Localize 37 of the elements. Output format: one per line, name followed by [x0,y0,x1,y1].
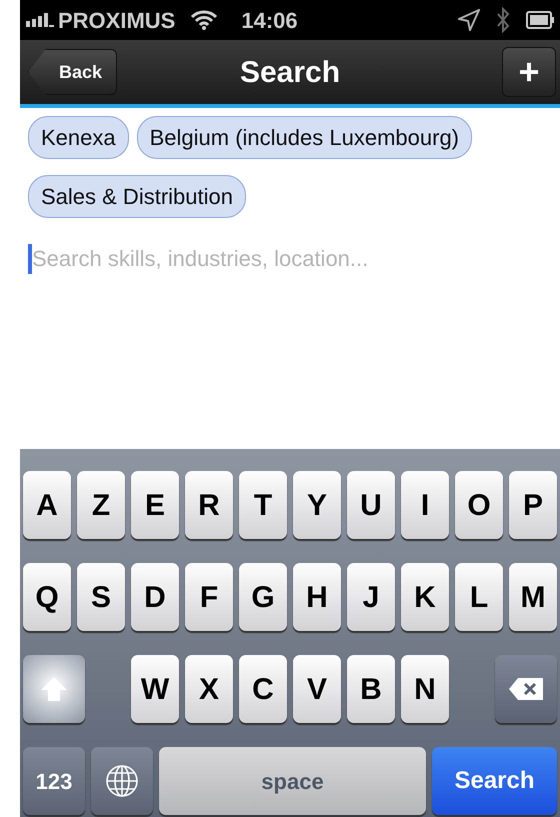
letter-key[interactable]: S [77,563,125,631]
letter-key[interactable]: B [347,655,395,723]
letter-key[interactable]: Y [293,471,341,539]
letter-key[interactable]: L [455,563,503,631]
letter-key[interactable]: J [347,563,395,631]
letter-key[interactable]: C [239,655,287,723]
letter-key[interactable]: P [509,471,557,539]
letter-key[interactable]: X [185,655,233,723]
letter-key[interactable]: U [347,471,395,539]
letter-key[interactable]: M [509,563,557,631]
filter-tag[interactable]: Belgium (includes Luxembourg) [136,116,472,159]
letter-key[interactable]: R [185,471,233,539]
page-title: Search [240,54,340,90]
letter-key[interactable]: N [401,655,449,723]
numbers-key[interactable]: 123 [23,747,85,815]
letter-key[interactable]: Z [77,471,125,539]
carrier-name: PROXIMUS [58,6,176,34]
letter-key[interactable]: E [131,471,179,539]
letter-key[interactable]: I [401,471,449,539]
letter-key[interactable]: W [131,655,179,723]
filter-tag[interactable]: Kenexa [28,116,129,159]
letter-key[interactable]: T [239,471,287,539]
letter-key[interactable]: Q [23,563,71,631]
filter-tag[interactable]: Sales & Distribution [28,175,246,218]
letter-key[interactable]: V [293,655,341,723]
letter-key[interactable]: O [455,471,503,539]
letter-key[interactable]: D [131,563,179,631]
letter-key[interactable]: F [185,563,233,631]
letter-key[interactable]: A [23,471,71,539]
back-button[interactable]: Back [28,49,118,95]
letter-key[interactable]: K [401,563,449,631]
add-button[interactable]: + [502,47,556,97]
space-key[interactable]: space [159,747,426,815]
clock-time: 14:06 [241,6,298,34]
search-key[interactable]: Search [432,747,557,815]
letter-key[interactable]: G [239,563,287,631]
letter-key[interactable]: H [293,563,341,631]
